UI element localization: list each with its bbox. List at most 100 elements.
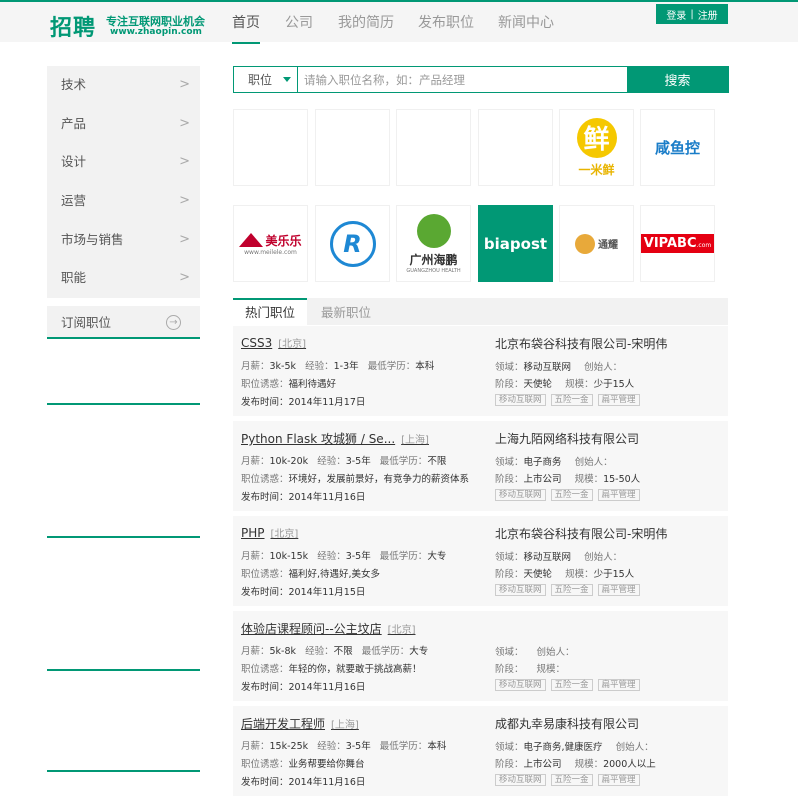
chevron-right-icon: > bbox=[179, 154, 190, 170]
search-button[interactable]: 搜索 bbox=[627, 67, 728, 92]
nav-my-resume[interactable]: 我的简历 bbox=[338, 12, 394, 32]
nav-news[interactable]: 新闻中心 bbox=[498, 12, 554, 32]
scale-label: 规模： bbox=[536, 664, 566, 675]
job-published-date: 2014年11月17日 bbox=[288, 397, 366, 408]
company-name[interactable]: 北京布袋谷科技有限公司-宋明伟 bbox=[495, 335, 667, 352]
company-logo-vipabc[interactable]: VIPABC .com bbox=[640, 205, 715, 282]
category-functions[interactable]: 职能 > bbox=[47, 259, 200, 298]
job-date: 发布时间：2014年11月16日 bbox=[241, 774, 365, 788]
job-title-link[interactable]: PHP [北京] bbox=[241, 525, 298, 540]
bird-icon bbox=[416, 213, 451, 248]
category-label: 设计 bbox=[61, 154, 87, 170]
published-label: 发布时间： bbox=[241, 587, 289, 598]
salary-label: 月薪： bbox=[241, 361, 270, 372]
job-title: Python Flask 攻城狮 / Se... bbox=[241, 432, 396, 446]
logo-text: 美乐乐 bbox=[265, 233, 302, 248]
login-link[interactable]: 登录 bbox=[666, 7, 686, 22]
job-requirements: 月薪：10k-15k 经验：3-5年 最低学历：大专 bbox=[241, 548, 446, 562]
logo-subtext: www.meilele.com bbox=[244, 248, 297, 256]
company-logo-yimixian[interactable]: 鲜 一米鲜 bbox=[559, 109, 634, 186]
tag: 移动互联网 bbox=[495, 774, 546, 786]
auth-box: 登录 | 注册 bbox=[656, 4, 728, 24]
company-name[interactable]: 上海九陌网络科技有限公司 bbox=[495, 430, 639, 447]
tag: 移动互联网 bbox=[495, 489, 546, 501]
scale-label: 规模： bbox=[565, 569, 594, 580]
job-requirements: 月薪：3k-5k 经验：1-3年 最低学历：本科 bbox=[241, 358, 434, 372]
tag: 五险一金 bbox=[550, 394, 593, 406]
job-temptation-text: 福利好,待遇好,美女多 bbox=[288, 569, 381, 580]
company-logo-biapost[interactable]: biapost bbox=[478, 205, 553, 282]
published-label: 发布时间： bbox=[241, 492, 289, 503]
job-card[interactable]: 体验店课程顾问--公主坟店 [北京] 月薪：5k-8k 经验：不限 最低学历：大专… bbox=[233, 611, 728, 701]
job-published-date: 2014年11月16日 bbox=[288, 682, 366, 693]
job-temptation-text: 环境好，发展前景好，有竞争力的薪资体系 bbox=[288, 474, 470, 485]
job-title-link[interactable]: Python Flask 攻城狮 / Se... [上海] bbox=[241, 430, 429, 447]
job-city: [北京] bbox=[270, 529, 299, 540]
category-tech[interactable]: 技术 > bbox=[47, 66, 200, 105]
sidebar-divider bbox=[47, 403, 200, 405]
job-city: [上海] bbox=[401, 435, 429, 446]
category-operations[interactable]: 运营 > bbox=[47, 182, 200, 221]
job-temptation: 职位诱惑：环境好，发展前景好，有竞争力的薪资体系 bbox=[241, 471, 469, 485]
job-title-link[interactable]: CSS3 [北京] bbox=[241, 335, 306, 350]
job-date: 发布时间：2014年11月15日 bbox=[241, 584, 365, 598]
subscribe-label: 订阅职位 bbox=[61, 315, 112, 331]
search-type-select[interactable]: 职位 bbox=[234, 67, 298, 92]
tab-hot-jobs[interactable]: 热门职位 bbox=[233, 298, 307, 325]
job-temptation: 职位诱惑：业务帮要给你舞台 bbox=[241, 756, 365, 770]
job-date: 发布时间：2014年11月17日 bbox=[241, 394, 365, 408]
category-list: 技术 > 产品 > 设计 > 运营 > 市场与销售 > 职能 > bbox=[47, 66, 200, 299]
company-field: 领域： 创始人： bbox=[495, 644, 585, 658]
category-marketing-sales[interactable]: 市场与销售 > bbox=[47, 221, 200, 260]
company-logo-haipeng[interactable]: 广州海鹏 GUANGZHOU HEALTH bbox=[396, 205, 471, 282]
chevron-right-icon: > bbox=[179, 231, 190, 247]
circle-arrow-right-icon: → bbox=[166, 315, 181, 331]
job-temptation-text: 福利待遇好 bbox=[288, 379, 337, 390]
job-temptation-text: 年轻的你，就要敢于挑战高薪！ bbox=[288, 664, 422, 675]
company-logo-tongyao[interactable]: 通耀 bbox=[559, 205, 634, 282]
logo-subtext: GUANGZHOU HEALTH bbox=[406, 267, 461, 274]
category-product[interactable]: 产品 > bbox=[47, 105, 200, 144]
job-title: CSS3 bbox=[241, 336, 273, 350]
company-name[interactable]: 成都丸幸易康科技有限公司 bbox=[495, 715, 639, 732]
job-card[interactable]: PHP [北京] 月薪：10k-15k 经验：3-5年 最低学历：大专 职位诱惑：… bbox=[233, 516, 728, 606]
chevron-right-icon: > bbox=[179, 77, 190, 92]
job-education: 本科 bbox=[427, 741, 447, 752]
job-requirements: 月薪：10k-20k 经验：3-5年 最低学历：不限 bbox=[241, 453, 446, 467]
search-input[interactable] bbox=[298, 67, 627, 92]
company-stage: 阶段：天使轮 规模：少于15人 bbox=[495, 566, 644, 580]
temptation-label: 职位诱惑： bbox=[241, 759, 289, 770]
nav-home[interactable]: 首页 bbox=[232, 12, 260, 32]
founder-label: 创始人： bbox=[615, 742, 654, 753]
job-temptation-text: 业务帮要给你舞台 bbox=[288, 759, 365, 770]
company-logo[interactable] bbox=[315, 109, 390, 186]
job-card[interactable]: CSS3 [北京] 月薪：3k-5k 经验：1-3年 最低学历：本科 职位诱惑：福… bbox=[233, 326, 728, 416]
company-field-value: 电子商务 bbox=[523, 457, 562, 468]
nav-company[interactable]: 公司 bbox=[285, 12, 313, 32]
company-logo[interactable] bbox=[478, 109, 553, 186]
nav-post-job[interactable]: 发布职位 bbox=[418, 12, 474, 32]
job-published-date: 2014年11月16日 bbox=[288, 777, 366, 788]
house-icon bbox=[239, 233, 264, 247]
company-name[interactable]: 北京布袋谷科技有限公司-宋明伟 bbox=[495, 525, 667, 542]
job-temptation: 职位诱惑：福利待遇好 bbox=[241, 376, 336, 390]
tab-latest-jobs[interactable]: 最新职位 bbox=[321, 298, 371, 325]
category-design[interactable]: 设计 > bbox=[47, 143, 200, 182]
scale-label: 规模： bbox=[574, 759, 604, 770]
company-logo-r[interactable]: R bbox=[315, 205, 390, 282]
job-card[interactable]: 后端开发工程师 [上海] 月薪：15k-25k 经验：3-5年 最低学历：本科 职… bbox=[233, 706, 728, 796]
site-logo[interactable]: 招聘 专注互联网职业机会 www.zhaopin.com bbox=[50, 10, 230, 41]
stage-label: 阶段： bbox=[495, 379, 524, 390]
company-scale: 少于15人 bbox=[593, 379, 635, 390]
register-link[interactable]: 注册 bbox=[698, 7, 718, 22]
company-logo[interactable] bbox=[233, 109, 308, 186]
subscribe-jobs-button[interactable]: 订阅职位 → bbox=[47, 306, 200, 340]
stage-label: 阶段： bbox=[495, 664, 524, 675]
company-logo-meilele[interactable]: 美乐乐 www.meilele.com bbox=[233, 205, 308, 282]
job-card[interactable]: Python Flask 攻城狮 / Se... [上海] 月薪：10k-20k … bbox=[233, 421, 728, 511]
job-title-link[interactable]: 体验店课程顾问--公主坟店 [北京] bbox=[241, 620, 415, 637]
job-title-link[interactable]: 后端开发工程师 [上海] bbox=[241, 715, 359, 732]
stage-label: 阶段： bbox=[495, 569, 524, 580]
company-logo[interactable] bbox=[396, 109, 471, 186]
company-logo-xianyukong[interactable]: 咸鱼控 bbox=[640, 109, 715, 186]
